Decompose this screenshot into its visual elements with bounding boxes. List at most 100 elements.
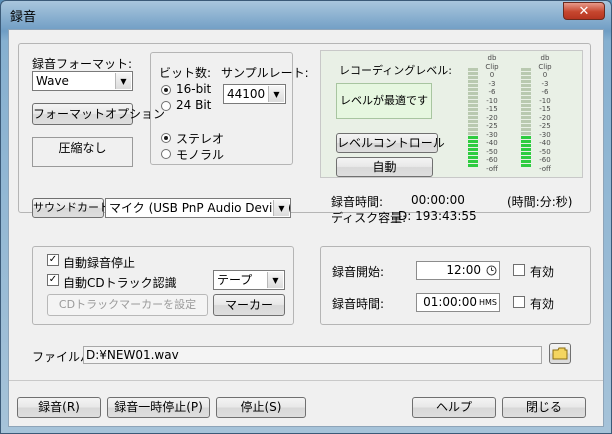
meter-segment — [521, 104, 531, 107]
clock-icon — [486, 265, 497, 276]
format-label: 録音フォーマット: — [32, 57, 133, 71]
meter-segment — [521, 96, 531, 99]
meter-segment — [468, 144, 478, 147]
disk-capacity-value: D: 193:43:55 — [398, 209, 477, 223]
meter-segment — [468, 68, 478, 71]
meter-segment — [468, 116, 478, 119]
recording-time-label: 録音時間: — [331, 195, 384, 209]
help-button[interactable]: ヘルプ — [412, 397, 496, 418]
meter-segment — [521, 112, 531, 115]
marker-button[interactable]: マーカー — [213, 294, 285, 316]
auto-stop-label: 自動録音停止 — [63, 256, 136, 270]
start-time-input[interactable]: 12:00 — [416, 261, 500, 280]
meter-scale-right: db Clip 0 -3 -6 -10 -15 -20 -25 -30 -40 -50 -60 -off — [533, 53, 557, 173]
meter-segment — [521, 116, 531, 119]
meter-segment — [468, 160, 478, 163]
radio-16bit-label: 16-bit — [176, 82, 212, 96]
sound-card-button[interactable]: サウンドカード: — [32, 198, 114, 218]
sampling-label: サンプルレート: — [221, 66, 309, 80]
meter-segment — [521, 80, 531, 83]
level-control-button[interactable]: レベルコントロール — [336, 133, 445, 153]
meter-segment — [468, 104, 478, 107]
level-meter-left — [468, 68, 478, 168]
dialog-client: 録音フォーマット: Wave ▼ フォーマットオプション 圧縮なし ビット数: … — [8, 29, 604, 427]
duration-enable-checkbox[interactable] — [513, 296, 525, 308]
chevron-down-icon[interactable]: ▼ — [115, 73, 131, 89]
file-path-input[interactable]: D:¥NEW01.wav — [83, 346, 542, 364]
bottom-separator — [9, 380, 603, 381]
tape-select[interactable]: テープ ▼ — [213, 270, 285, 290]
meter-segment — [468, 108, 478, 111]
meter-segment — [521, 68, 531, 71]
format-options-button[interactable]: フォーマットオプション — [32, 103, 165, 125]
duration-label: 録音時間: — [332, 297, 385, 311]
meter-scale-left: db Clip 0 -3 -6 -10 -15 -20 -25 -30 -40 -50 -60 -off — [480, 53, 504, 173]
meter-segment — [468, 120, 478, 123]
meter-segment — [521, 136, 531, 139]
record-button[interactable]: 録音(R) — [17, 397, 101, 418]
meter-segment — [468, 128, 478, 131]
chevron-down-icon[interactable]: ▼ — [267, 272, 283, 288]
meter-segment — [468, 100, 478, 103]
meter-segment — [521, 88, 531, 91]
disk-capacity-label: ディスク容量: — [331, 211, 407, 225]
radio-stereo[interactable] — [161, 133, 171, 143]
radio-mono-label: モノラル — [176, 148, 225, 162]
cd-track-checkbox[interactable]: ✓ — [47, 274, 59, 286]
meter-segment — [468, 124, 478, 127]
meter-segment — [521, 92, 531, 95]
meter-scale-tick: -off — [539, 164, 551, 173]
start-enable-label: 有効 — [530, 265, 555, 279]
window-close-button[interactable]: ✕ — [563, 2, 605, 20]
set-cd-marker-button[interactable]: CDトラックマーカーを設定 — [47, 294, 208, 316]
meter-segment — [468, 132, 478, 135]
close-button[interactable]: 閉じる — [502, 397, 586, 418]
sound-device-select[interactable]: マイク (USB PnP Audio Device) ▼ — [105, 198, 291, 218]
auto-level-button[interactable]: 自動 — [336, 157, 433, 177]
chevron-down-icon[interactable]: ▼ — [273, 200, 289, 216]
meter-segment — [521, 160, 531, 163]
browse-folder-button[interactable] — [549, 343, 571, 364]
schedule-group — [320, 246, 591, 325]
title-bar[interactable]: 録音 ✕ — [1, 1, 611, 29]
meter-segment — [521, 164, 531, 167]
recording-time-value: 00:00:00 — [411, 193, 465, 207]
duration-enable-label: 有効 — [530, 297, 555, 311]
radio-mono[interactable] — [161, 149, 171, 159]
start-time-value: 12:00 — [446, 263, 481, 277]
meter-segment — [468, 88, 478, 91]
meter-segment — [521, 140, 531, 143]
radio-24bit[interactable] — [161, 101, 171, 111]
duration-unit: HMS — [479, 298, 497, 307]
meter-segment — [521, 120, 531, 123]
start-enable-checkbox[interactable] — [513, 264, 525, 276]
meter-segment — [468, 148, 478, 151]
pause-button[interactable]: 録音一時停止(P) — [107, 397, 210, 418]
chevron-down-icon[interactable]: ▼ — [268, 86, 284, 102]
meter-segment — [521, 148, 531, 151]
stop-button[interactable]: 停止(S) — [216, 397, 306, 418]
radio-16bit[interactable] — [161, 85, 171, 95]
window-title: 録音 — [10, 10, 37, 25]
sampling-select[interactable]: 44100 ▼ — [223, 84, 286, 104]
meter-segment — [521, 144, 531, 147]
meter-segment — [521, 100, 531, 103]
meter-segment — [521, 84, 531, 87]
meter-segment — [521, 132, 531, 135]
recording-level-label: レコーディングレベル: — [339, 64, 452, 77]
duration-input[interactable]: 01:00:00 HMS — [416, 293, 500, 312]
meter-segment — [468, 92, 478, 95]
auto-stop-checkbox[interactable]: ✓ — [47, 254, 59, 266]
sampling-select-value: 44100 — [227, 87, 266, 101]
cd-track-label: 自動CDトラック認識 — [63, 276, 177, 290]
meter-segment — [468, 96, 478, 99]
duration-value: 01:00:00 — [423, 295, 477, 309]
folder-icon — [552, 347, 568, 360]
meter-segment — [468, 112, 478, 115]
tape-select-value: テープ — [217, 273, 253, 287]
meter-segment — [468, 156, 478, 159]
start-time-label: 録音開始: — [332, 265, 385, 279]
format-select[interactable]: Wave ▼ — [32, 71, 133, 91]
radio-stereo-label: ステレオ — [176, 132, 225, 146]
meter-segment — [521, 124, 531, 127]
